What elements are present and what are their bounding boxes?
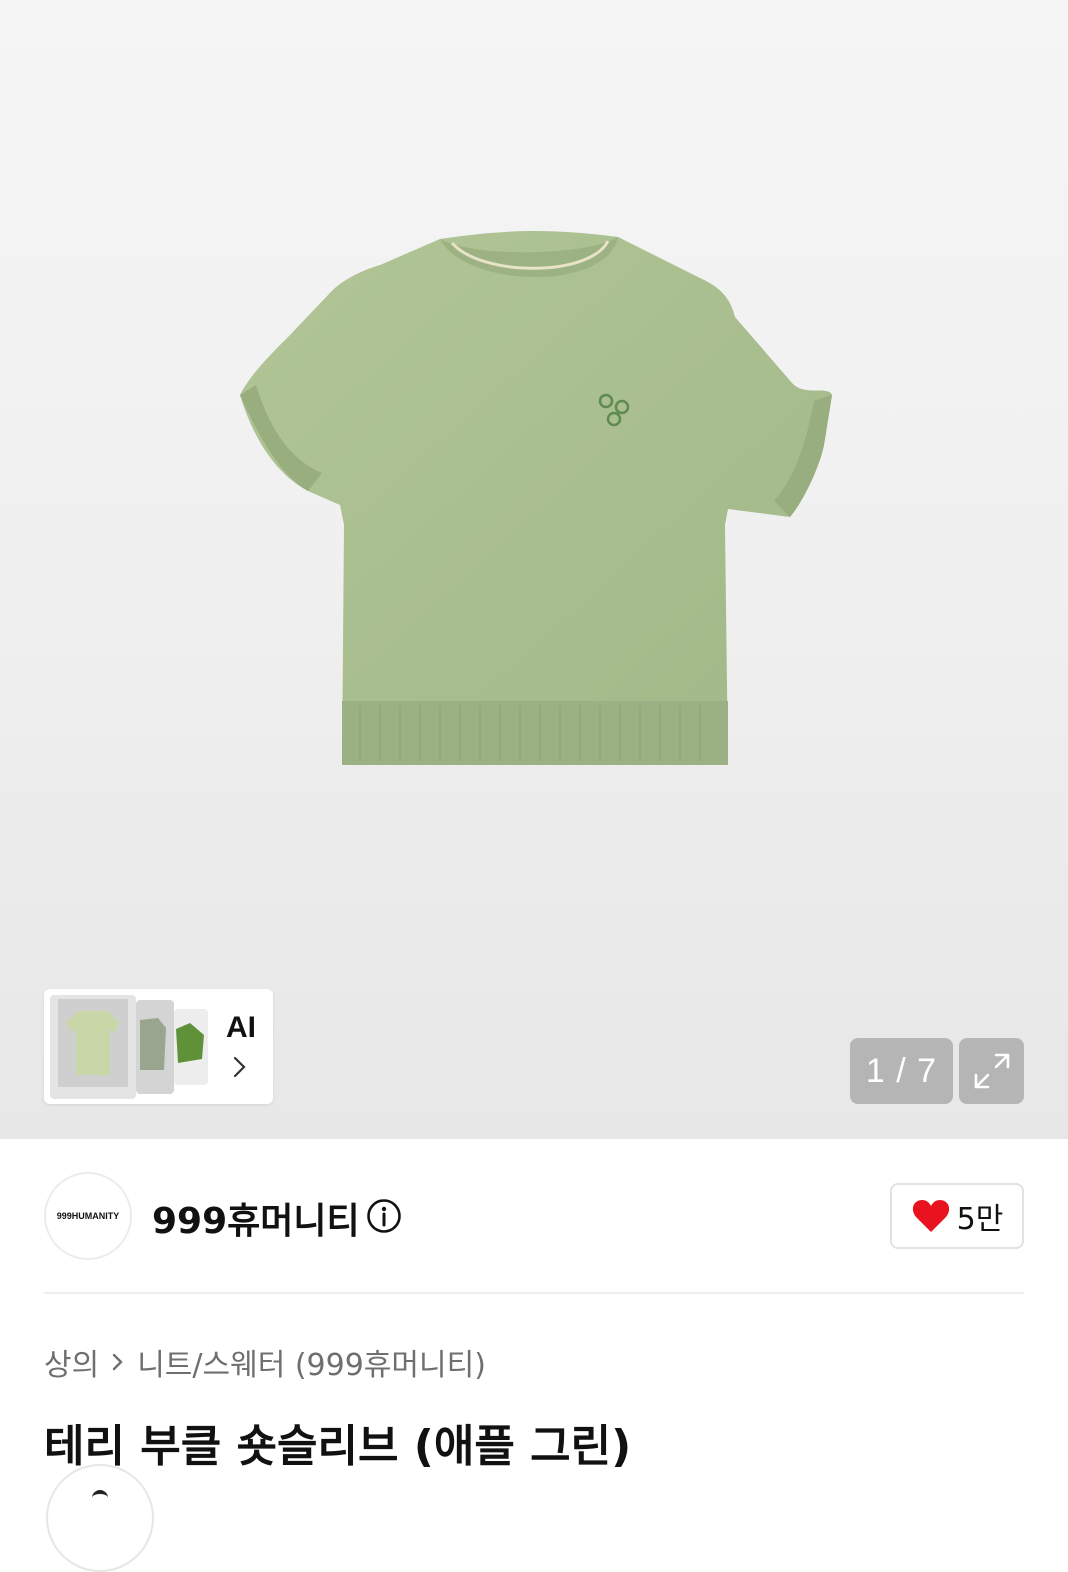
thumbnail-stack[interactable]: [50, 995, 210, 1099]
info-icon[interactable]: [366, 1198, 402, 1234]
partial-icon: [92, 1490, 108, 1504]
brand-name[interactable]: 999휴머니티: [152, 1192, 360, 1244]
breadcrumb: 상의 니트/스웨터 (999휴머니티): [44, 1341, 486, 1383]
divider: [44, 1292, 1024, 1294]
brand-row: 999HUMANITY 999휴머니티 5만: [44, 1172, 1024, 1260]
product-title: 테리 부클 숏슬리브 (애플 그린): [44, 1421, 632, 1472]
thumbnail-3[interactable]: [174, 1009, 208, 1085]
thumbnail-2[interactable]: [136, 1000, 174, 1094]
expand-arrows-icon: [974, 1053, 1009, 1089]
breadcrumb-subcategory[interactable]: 니트/스웨터 (999휴머니티): [137, 1340, 486, 1384]
brand-logo[interactable]: 999HUMANITY: [44, 1172, 132, 1260]
partial-circle-element[interactable]: [46, 1464, 154, 1572]
brand-logo-text: 999HUMANITY: [56, 1211, 120, 1221]
breadcrumb-category[interactable]: 상의: [44, 1340, 99, 1384]
like-count: 5만: [956, 1202, 1004, 1237]
image-counter: 1 / 7: [850, 1038, 953, 1104]
expand-button[interactable]: [959, 1038, 1024, 1104]
product-image-gallery[interactable]: AI 1 / 7: [0, 0, 1068, 1139]
ai-recommendation-strip[interactable]: AI: [44, 989, 273, 1104]
chevron-right-icon: [113, 1353, 123, 1371]
like-button[interactable]: 5만: [890, 1183, 1024, 1249]
product-image[interactable]: [230, 225, 840, 785]
chevron-right-icon: [233, 1056, 246, 1078]
thumbnail-1[interactable]: [50, 995, 136, 1099]
heart-icon: [912, 1200, 949, 1232]
ai-label[interactable]: AI: [226, 1011, 256, 1045]
